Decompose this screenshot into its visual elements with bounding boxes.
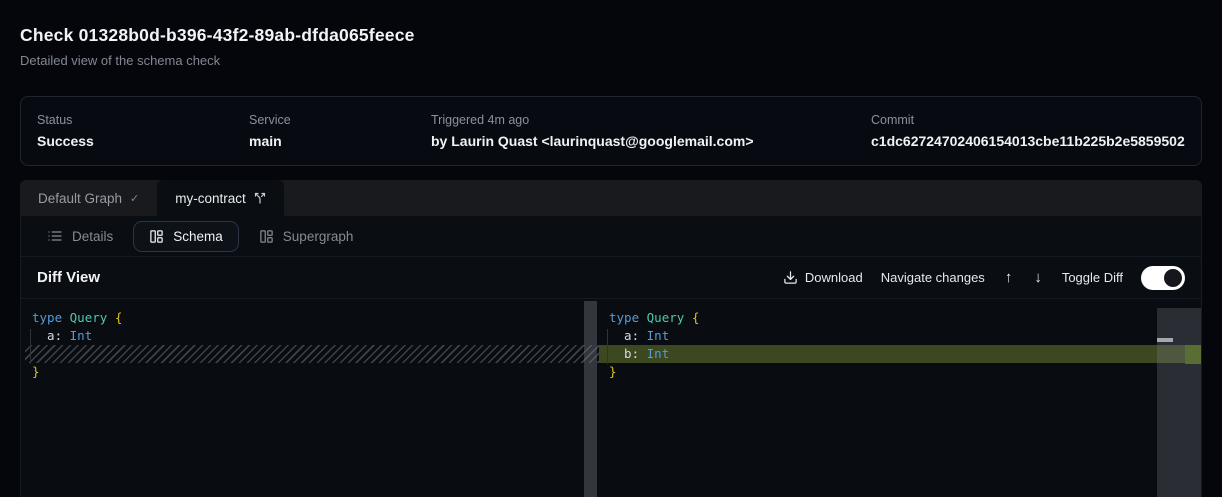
- overview-ruler[interactable]: [1157, 308, 1201, 497]
- download-icon: [783, 270, 798, 285]
- next-change-button[interactable]: ↓: [1032, 269, 1044, 286]
- diff-editor: type Query { a: Int} + type Query { a: I…: [21, 299, 1201, 497]
- download-button[interactable]: Download: [783, 270, 863, 285]
- code-line-added: b: Int: [599, 345, 1201, 363]
- page-header: Check 01328b0d-b396-43f2-89ab-dfda065fee…: [20, 0, 1202, 68]
- indent-guide: [607, 329, 608, 364]
- tab-details[interactable]: Details: [37, 221, 123, 252]
- diff-toolbar: Download Navigate changes ↑ ↓ Toggle Dif…: [783, 266, 1185, 290]
- code-line: type Query {: [599, 309, 1201, 327]
- download-label: Download: [805, 270, 863, 285]
- list-icon: [47, 228, 63, 244]
- toggle-diff-label: Toggle Diff: [1062, 270, 1123, 285]
- diff-pane-after: type Query { a: Int b: Int}: [599, 299, 1201, 497]
- scrollbar-slider[interactable]: [1157, 338, 1173, 342]
- tab-schema[interactable]: Schema: [133, 221, 239, 252]
- code-before: type Query { a: Int}: [21, 299, 599, 381]
- code-line: type Query {: [21, 309, 599, 327]
- tab-label: Supergraph: [283, 229, 354, 244]
- split-icon: [254, 192, 266, 204]
- code-line: }: [21, 363, 599, 381]
- indent-guide: [30, 329, 31, 364]
- summary-field-status: Status Success: [37, 113, 249, 149]
- tab-label: Schema: [173, 229, 223, 244]
- summary-field-commit: Commit c1dc62724702406154013cbe11b225b2e…: [871, 113, 1185, 149]
- summary-field-service: Service main: [249, 113, 431, 149]
- summary-field-triggered: Triggered 4m ago by Laurin Quast <laurin…: [431, 113, 871, 149]
- tab-label: Details: [72, 229, 113, 244]
- commit-value: c1dc62724702406154013cbe11b225b2e5859502: [871, 133, 1185, 149]
- diff-pane-before: type Query { a: Int}: [21, 299, 599, 497]
- graph-tab-label: my-contract: [175, 191, 246, 206]
- switch-knob: [1164, 269, 1182, 287]
- code-line: }: [599, 363, 1201, 381]
- service-value: main: [249, 133, 431, 149]
- graph-tab-label: Default Graph: [38, 191, 122, 206]
- view-tabs: Details Schema Supergraph: [21, 216, 1201, 257]
- check-icon: ✓: [130, 192, 139, 205]
- previous-change-button[interactable]: ↑: [1003, 269, 1015, 286]
- diff-removed-placeholder: [25, 345, 599, 363]
- diff-header: Diff View Download Navigate changes ↑ ↓ …: [21, 257, 1201, 299]
- status-value: Success: [37, 133, 249, 149]
- summary-label: Status: [37, 113, 249, 127]
- scrollbar-before[interactable]: [584, 301, 597, 497]
- graph-tab-strip: Default Graph ✓ my-contract: [20, 180, 1202, 216]
- graph-tab-default[interactable]: Default Graph ✓: [20, 180, 157, 216]
- panels-icon: [259, 229, 274, 244]
- graph-tab-my-contract[interactable]: my-contract: [157, 180, 284, 216]
- arrow-up-icon: ↑: [1005, 269, 1013, 286]
- code-line: a: Int: [21, 327, 599, 345]
- diff-view-title: Diff View: [37, 269, 100, 286]
- arrow-down-icon: ↓: [1034, 269, 1042, 286]
- toggle-diff-switch[interactable]: [1141, 266, 1185, 290]
- panels-icon: [149, 229, 164, 244]
- code-after: type Query { a: Int b: Int}: [599, 299, 1201, 381]
- code-line: a: Int: [599, 327, 1201, 345]
- page-subtitle: Detailed view of the schema check: [20, 53, 1202, 68]
- added-change-marker: [1185, 345, 1201, 364]
- summary-label: Commit: [871, 113, 1185, 127]
- navigate-changes-label: Navigate changes: [881, 270, 985, 285]
- tab-supergraph[interactable]: Supergraph: [249, 221, 364, 252]
- page-title: Check 01328b0d-b396-43f2-89ab-dfda065fee…: [20, 25, 1202, 46]
- triggered-by-value: by Laurin Quast <laurinquast@googlemail.…: [431, 133, 871, 149]
- check-panel: Details Schema Supergraph: [20, 216, 1202, 497]
- summary-label: Service: [249, 113, 431, 127]
- check-summary-card: Status Success Service main Triggered 4m…: [20, 96, 1202, 166]
- summary-label: Triggered 4m ago: [431, 113, 871, 127]
